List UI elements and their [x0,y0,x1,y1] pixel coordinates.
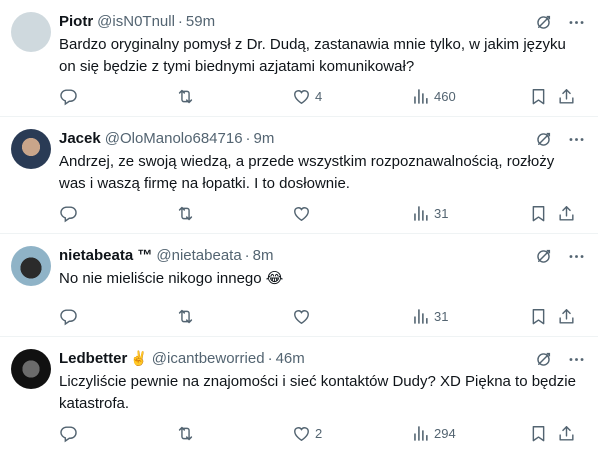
views-button[interactable]: 31 [411,307,448,326]
reply-icon [59,307,78,326]
timestamp[interactable]: 46m [276,350,305,367]
retweet-icon [176,204,195,223]
share-icon [557,87,576,106]
like-icon [292,87,311,106]
views-icon [411,424,430,443]
views-button[interactable]: 31 [411,204,448,223]
like-button[interactable] [292,204,311,223]
tweet-text: No nie mieliście nikogo innego 😂 [59,268,579,290]
views-button[interactable]: 294 [411,424,456,443]
reply-icon [59,87,78,106]
retweet-button[interactable] [176,424,195,443]
author-handle[interactable]: @isN0Tnull [97,13,175,30]
view-count: 460 [434,88,456,104]
tweet[interactable]: Jacek @OloManolo684716 · 9m Andrzej, ze … [0,117,598,234]
bookmark-icon [529,307,548,326]
bookmark-icon [529,204,548,223]
avatar[interactable] [11,12,51,52]
separator-dot: · [245,129,251,147]
author-name[interactable]: Jacek [59,130,101,147]
tweet-text: Liczyliście pewnie na znajomości i sieć … [59,373,576,412]
views-icon [411,204,430,223]
separator-dot: · [267,349,273,367]
like-icon [292,204,311,223]
reply-button[interactable] [59,87,78,106]
avatar[interactable] [11,349,51,389]
like-icon [292,424,311,443]
victory-hand-emoji: ✌️ [130,349,148,366]
author-name[interactable]: Piotr [59,13,93,30]
retweet-icon [176,424,195,443]
views-icon [411,87,430,106]
author-handle[interactable]: @nietabeata [156,247,241,264]
share-icon [557,204,576,223]
like-button[interactable] [292,307,311,326]
tweet-text: Andrzej, ze swoją wiedzą, a przede wszys… [59,153,555,192]
like-count: 2 [315,425,323,441]
tweet-text: Bardzo oryginalny pomysł z Dr. Dudą, zas… [59,36,566,75]
share-button[interactable] [557,87,576,106]
tweet-text-body: No nie mieliście nikogo innego [59,270,262,287]
share-icon [557,307,576,326]
retweet-button[interactable] [176,87,195,106]
timestamp[interactable]: 9m [254,130,275,147]
author-handle[interactable]: @OloManolo684716 [105,130,243,147]
avatar[interactable] [11,246,51,286]
like-button[interactable]: 4 [292,87,322,106]
avatar[interactable] [11,129,51,169]
tweet[interactable]: Piotr @isN0Tnull · 59m Bardzo oryginalny… [0,0,598,117]
bookmark-button[interactable] [529,307,548,326]
views-button[interactable]: 460 [411,87,456,106]
retweet-button[interactable] [176,204,195,223]
timestamp[interactable]: 59m [186,13,215,30]
separator-dot: · [177,12,183,30]
tweet[interactable]: nietabeata ™ @nietabeata · 8m No nie mie… [0,234,598,337]
reply-button[interactable] [59,204,78,223]
timestamp[interactable]: 8m [253,247,274,264]
like-icon [292,307,311,326]
author-handle[interactable]: @icantbeworried [152,350,265,367]
share-button[interactable] [557,307,576,326]
view-count: 31 [434,205,449,221]
like-button[interactable]: 2 [292,424,322,443]
share-button[interactable] [557,204,576,223]
like-count: 4 [315,88,323,104]
bookmark-button[interactable] [529,424,548,443]
tweet[interactable]: Ledbetter ✌️ @icantbeworried · 46m Liczy… [0,337,598,454]
views-icon [411,307,430,326]
bookmark-button[interactable] [529,204,548,223]
bookmark-icon [529,87,548,106]
retweet-button[interactable] [176,307,195,326]
reply-icon [59,424,78,443]
bookmark-icon [529,424,548,443]
author-name[interactable]: Ledbetter [59,350,127,367]
reply-icon [59,204,78,223]
bookmark-button[interactable] [529,87,548,106]
retweet-icon [176,87,195,106]
view-count: 31 [434,308,449,324]
view-count: 294 [434,425,456,441]
retweet-icon [176,307,195,326]
laughing-emoji: 😂 [265,270,284,287]
reply-button[interactable] [59,424,78,443]
share-button[interactable] [557,424,576,443]
share-icon [557,424,576,443]
reply-button[interactable] [59,307,78,326]
author-name[interactable]: nietabeata ™ [59,247,152,264]
separator-dot: · [244,246,250,264]
